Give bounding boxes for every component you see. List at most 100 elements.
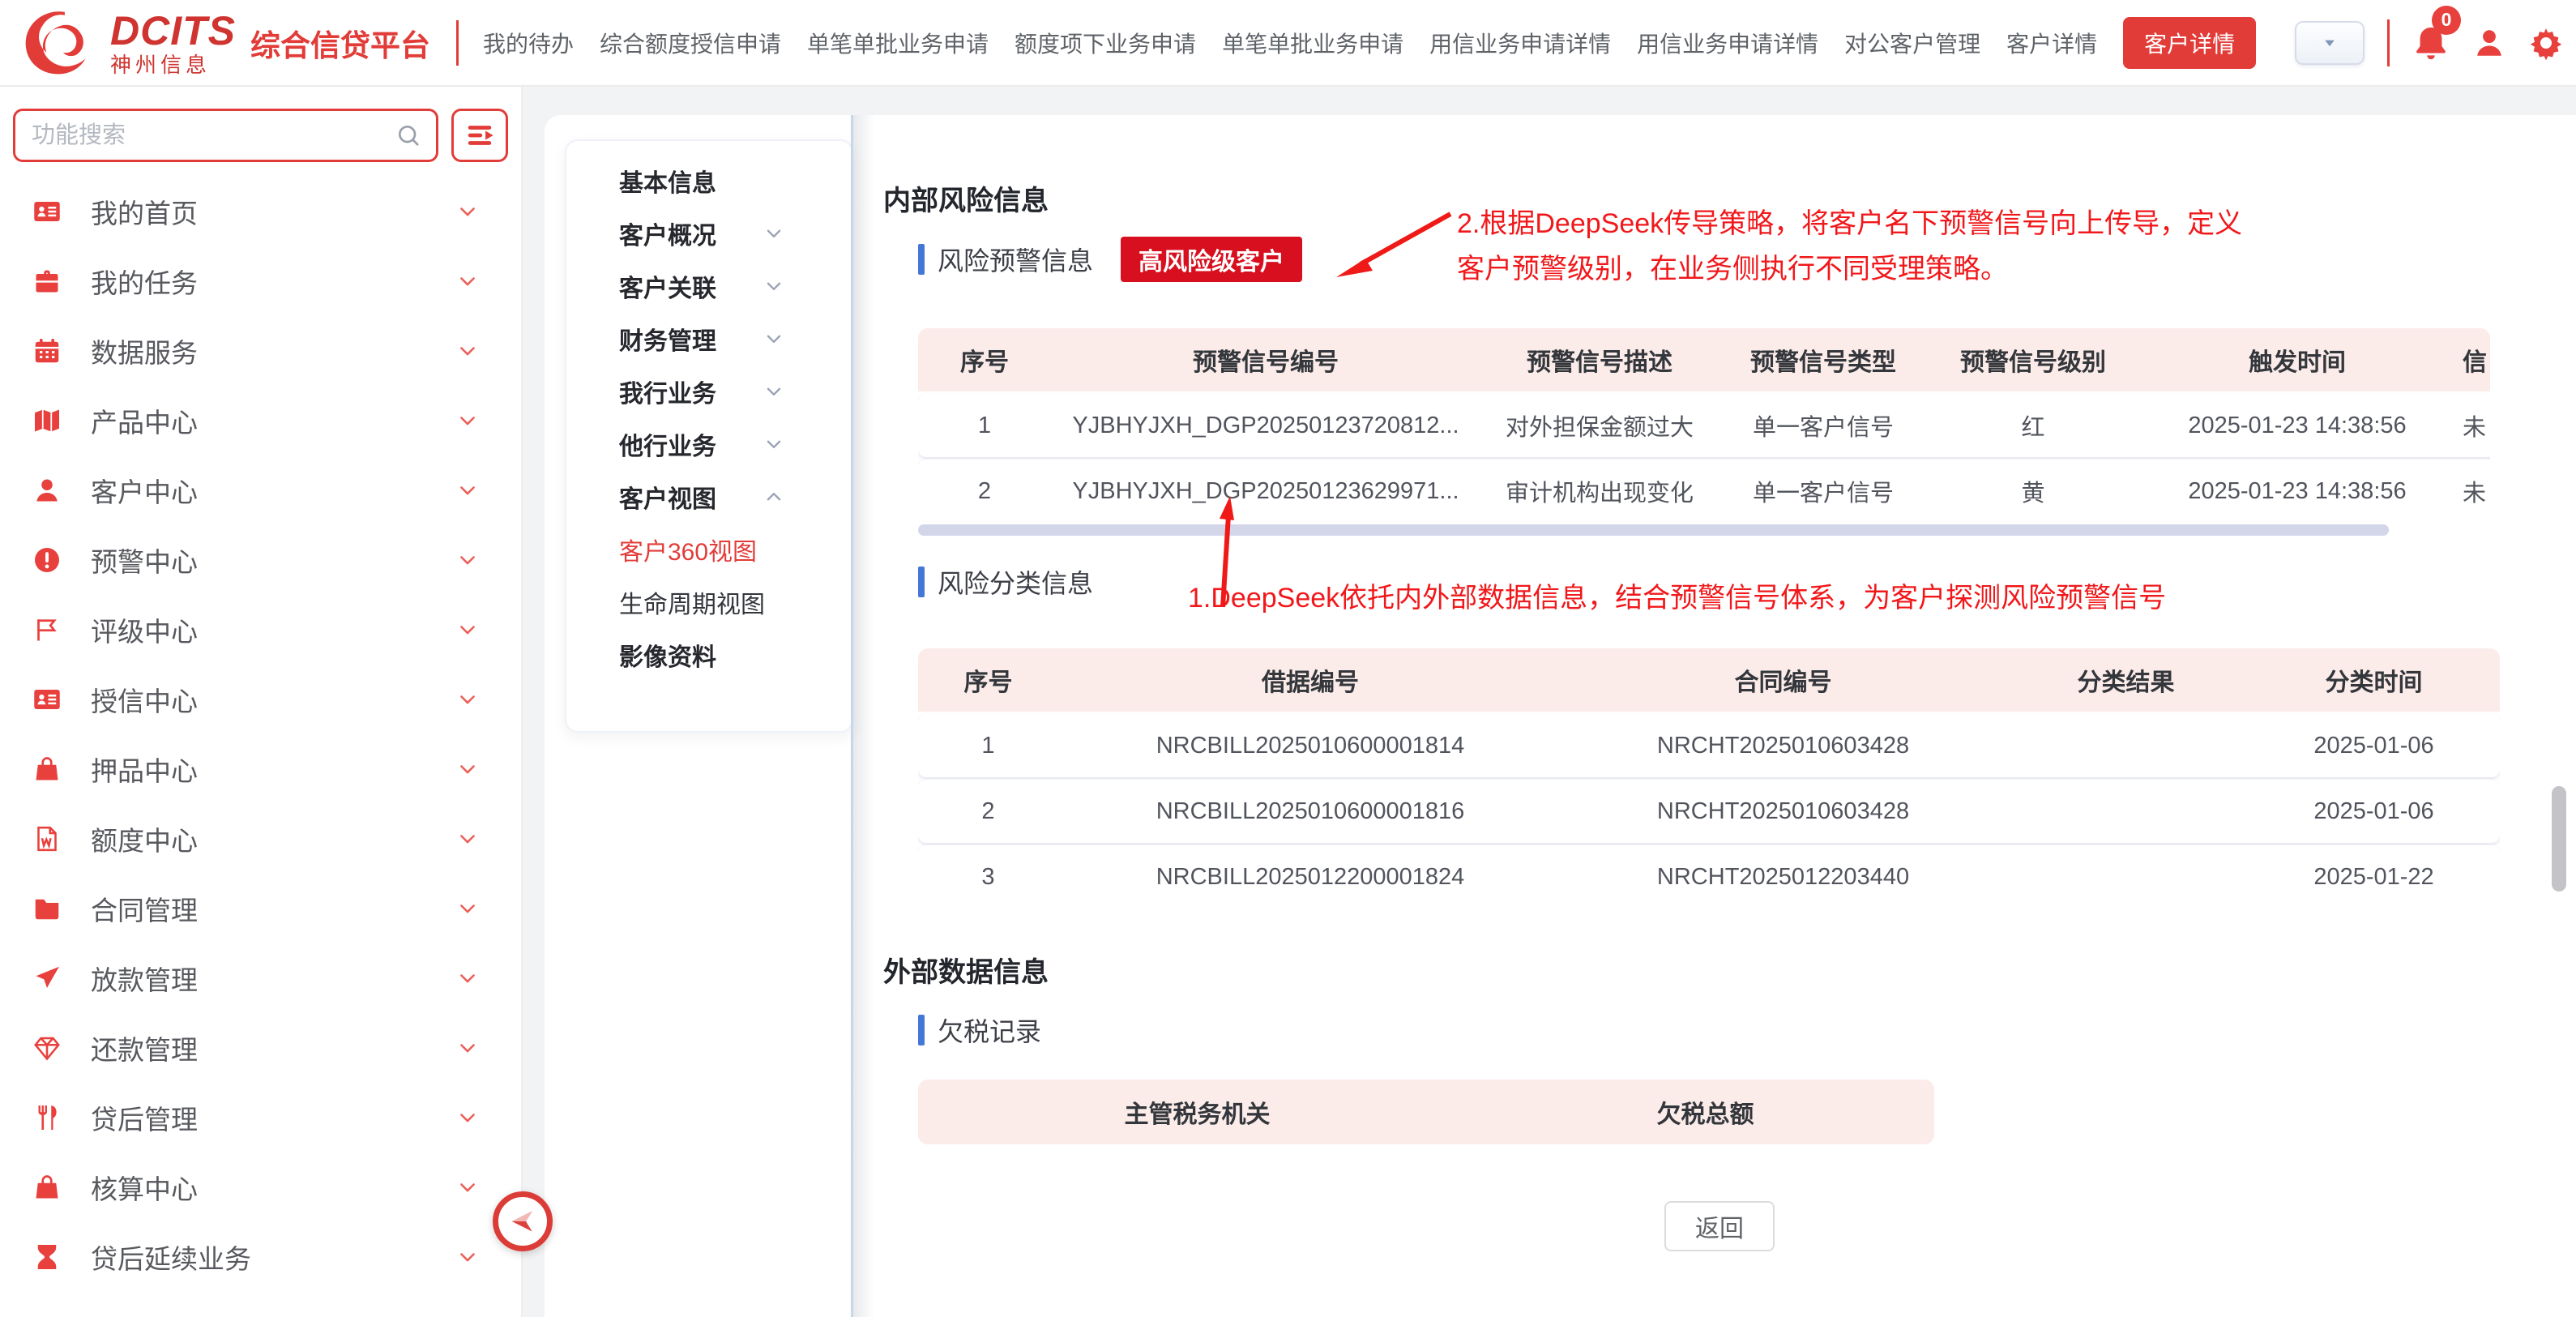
submenu-item-label: 客户关联 (619, 268, 716, 304)
sidebar-item-label: 合同管理 (91, 889, 198, 928)
nav-tab[interactable]: 单笔单批业务申请 (1222, 27, 1403, 59)
sidebar-item-label: 数据服务 (91, 331, 198, 370)
table-cell: NRCHT2025010603428 (1562, 714, 2004, 777)
column-header: 预警信号类型 (1719, 328, 1928, 391)
sidebar-item-label: 客户中心 (91, 471, 198, 510)
page-scrollbar-thumb[interactable] (2552, 786, 2566, 892)
table-row: 2YJBHYJXH_DGP20250123629971...审计机构出现变化单一… (918, 460, 2490, 523)
horizontal-scrollbar-thumb[interactable] (918, 524, 2389, 536)
column-header: 触发时间 (2138, 328, 2456, 391)
app-logo: DCITS 神州信息 综合信贷平台 (21, 7, 483, 79)
tax-table: 主管税务机关欠税总额 (918, 1080, 1934, 1144)
nav-tab[interactable]: 客户详情 (2006, 27, 2097, 59)
section-bar (918, 244, 925, 275)
nav-tab[interactable]: 综合额度授信申请 (600, 27, 781, 59)
sidebar-item[interactable]: 放款管理 (0, 943, 521, 1013)
header-divider (2387, 19, 2390, 66)
sidebar-item[interactable]: 评级中心 (0, 595, 521, 665)
column-header: 预警信号级别 (1928, 328, 2138, 391)
submenu-item[interactable]: 他行业务 (566, 417, 852, 470)
submenu-item[interactable]: 基本信息 (566, 154, 852, 207)
sidebar-item[interactable]: 客户中心 (0, 455, 521, 525)
sidebar-item[interactable]: 还款管理 (0, 1013, 521, 1083)
submenu-item-label: 影像资料 (619, 637, 716, 673)
sidebar-item-icon (32, 1173, 62, 1202)
sidebar-item[interactable]: 合同管理 (0, 874, 521, 943)
nav-tab[interactable]: 客户详情 (2123, 17, 2256, 69)
notifications-button[interactable]: 0 (2412, 24, 2450, 62)
table-cell: 单一客户信号 (1719, 394, 1928, 457)
sidebar-item[interactable]: 核算中心 (0, 1152, 521, 1222)
function-search[interactable] (13, 109, 438, 162)
sidebar-item[interactable]: 数据服务 (0, 316, 521, 386)
column-header: 预警信号描述 (1480, 328, 1719, 391)
nav-tab[interactable]: 我的待办 (483, 27, 574, 59)
chevron-down-icon (456, 758, 479, 780)
left-sidebar: 我的首页 我的任务 数据服务 产品中心 客户中心 (0, 87, 523, 1317)
back-button[interactable]: 返回 (1664, 1201, 1775, 1251)
sidebar-item[interactable]: 贷后管理 (0, 1083, 521, 1152)
gear-icon[interactable] (2529, 26, 2563, 60)
nav-tab[interactable]: 单笔单批业务申请 (807, 27, 989, 59)
sidebar-item[interactable]: 授信中心 (0, 665, 521, 734)
caret-down-icon (2322, 35, 2338, 51)
submenu-item[interactable]: 客户关联 (566, 259, 852, 312)
chevron-down-icon (456, 1176, 479, 1199)
submenu-item[interactable]: 我行业务 (566, 365, 852, 417)
submenu-item[interactable]: 生命周期视图 (566, 575, 852, 628)
sidebar-item[interactable]: 额度中心 (0, 804, 521, 874)
sidebar-item[interactable]: 预警中心 (0, 525, 521, 595)
tab-overflow-dropdown[interactable] (2295, 21, 2365, 65)
menu-list-button[interactable] (451, 109, 508, 162)
sidebar-item[interactable]: 我的首页 (0, 177, 521, 246)
column-header: 预警信号编号 (1051, 328, 1480, 391)
content-canvas: 基本信息 客户概况 客户关联 财务管理 我行业务 (523, 87, 2576, 1317)
sidebar-item-icon (32, 336, 62, 366)
table-cell: 2025-01-06 (2248, 780, 2500, 843)
sidebar-item[interactable]: 产品中心 (0, 386, 521, 455)
submenu-item[interactable]: 影像资料 (566, 628, 852, 681)
customer-submenu: 基本信息 客户概况 客户关联 财务管理 我行业务 (565, 139, 853, 733)
table-cell: 2 (918, 460, 1051, 523)
submenu-item[interactable]: 财务管理 (566, 312, 852, 365)
sidebar-item-icon (32, 824, 62, 853)
nav-tab[interactable]: 用信业务申请详情 (1429, 27, 1611, 59)
sidebar-item[interactable]: 我的任务 (0, 246, 521, 316)
sidebar-item[interactable]: 押品中心 (0, 734, 521, 804)
nav-tab[interactable]: 对公客户管理 (1844, 27, 1980, 59)
sidebar-item-icon (32, 545, 62, 575)
main-content: 内部风险信息 风险预警信息 高风险级客户 2.根据DeepSeek传导策略，将客… (871, 115, 2576, 1317)
table-cell: 2025-01-06 (2248, 714, 2500, 777)
search-input[interactable] (30, 122, 395, 150)
header-controls: 0 (2295, 19, 2576, 66)
sidebar-item[interactable]: 贷后延续业务 (0, 1222, 521, 1292)
table-row: 2NRCBILL2025010600001816NRCHT20250106034… (918, 780, 2500, 843)
submenu-item[interactable]: 客户视图 (566, 470, 852, 523)
sidebar-collapse-button[interactable] (493, 1191, 553, 1251)
chevron-down-icon (456, 549, 479, 571)
table-header-row: 主管税务机关欠税总额 (918, 1080, 1934, 1144)
sidebar-item-icon (32, 1033, 62, 1063)
sidebar-item-icon (32, 476, 62, 505)
table-cell: 1 (918, 714, 1058, 777)
submenu-item-label: 生命周期视图 (619, 584, 765, 620)
nav-tab[interactable]: 额度项下业务申请 (1015, 27, 1196, 59)
chevron-icon (763, 434, 784, 455)
sidebar-item-icon (32, 894, 62, 923)
table-row: 1NRCBILL2025010600001814NRCHT20250106034… (918, 714, 2500, 777)
nav-tab[interactable]: 用信业务申请详情 (1637, 27, 1818, 59)
chevron-down-icon (456, 1037, 479, 1059)
table-header-row: 序号预警信号编号预警信号描述预警信号类型预警信号级别触发时间信 (918, 328, 2490, 391)
submenu-item[interactable]: 客户概况 (566, 207, 852, 259)
submenu-item-label: 客户视图 (619, 479, 716, 515)
table-row: 1YJBHYJXH_DGP20250123720812...对外担保金额过大单一… (918, 394, 2490, 457)
user-icon[interactable] (2472, 26, 2506, 60)
content-panel: 基本信息 客户概况 客户关联 财务管理 我行业务 (545, 115, 2576, 1317)
sidebar-item-label: 放款管理 (91, 959, 198, 998)
internal-risk-title: 内部风险信息 (883, 178, 1049, 218)
sidebar-item-icon (32, 1242, 62, 1272)
chevron-down-icon (456, 827, 479, 850)
column-header: 欠税总额 (1476, 1080, 1934, 1144)
submenu-item[interactable]: 客户360视图 (566, 523, 852, 575)
sidebar-item-label: 押品中心 (91, 750, 198, 789)
